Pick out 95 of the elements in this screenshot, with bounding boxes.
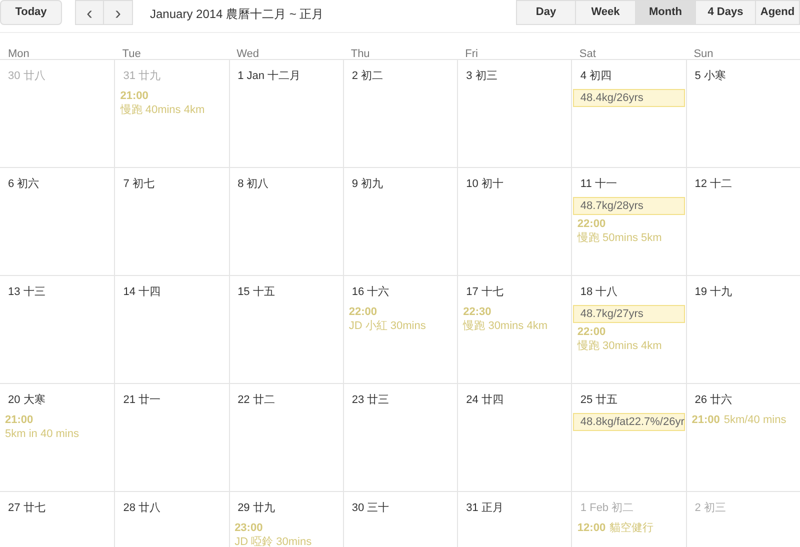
event-time: 21:00: [120, 89, 148, 103]
all-day-event[interactable]: 48.7kg/28yrs: [573, 197, 685, 215]
day-label: 20 大寒: [8, 394, 46, 406]
day-cell[interactable]: 16 十六 22:00 JD 小紅 30mins: [342, 276, 458, 383]
day-cell[interactable]: 29 廿九 23:00 JD 啞鈴 30mins: [228, 492, 343, 547]
day-cell[interactable]: 12 十二: [686, 168, 800, 275]
day-cell[interactable]: 15 十五: [228, 276, 343, 383]
previous-button[interactable]: ‹: [75, 0, 104, 25]
weekday-header: Wed: [236, 48, 259, 60]
day-cell[interactable]: 3 初三: [457, 60, 572, 167]
weekday-header: Sat: [579, 48, 596, 60]
day-cell[interactable]: 24 廿四: [457, 384, 572, 491]
event-time: 22:00: [577, 325, 606, 339]
day-cell[interactable]: 17 十七 22:30 慢跑 30mins 4km: [457, 276, 572, 383]
day-cell[interactable]: 14 十四: [114, 276, 229, 383]
day-label: 23 廿三: [352, 394, 390, 406]
event-time: 21:00: [692, 413, 720, 427]
day-label: 31 正月: [466, 502, 504, 514]
weekday-header: Mon: [8, 48, 30, 60]
next-button[interactable]: ›: [104, 0, 133, 25]
day-label: 12 十二: [694, 178, 732, 190]
day-label: 27 廿七: [8, 502, 46, 514]
day-cell[interactable]: 19 十九: [686, 276, 800, 383]
day-cell[interactable]: 9 初九: [342, 168, 458, 275]
day-label: 24 廿四: [466, 394, 504, 406]
day-cell[interactable]: 1 Jan 十二月: [228, 60, 343, 167]
all-day-event[interactable]: 48.8kg/fat22.7%/26yr: [573, 413, 685, 431]
today-button[interactable]: Today: [0, 0, 62, 25]
weekday-header: Sun: [694, 48, 714, 60]
day-label: 16 十六: [352, 286, 390, 298]
day-label: 29 廿九: [238, 502, 275, 514]
view-tab[interactable]: Week: [576, 0, 636, 25]
day-label: 4 初四: [580, 70, 612, 82]
event-time: 12:00: [577, 521, 606, 535]
day-cell[interactable]: 7 初七: [114, 168, 229, 275]
day-label: 13 十三: [8, 286, 46, 298]
day-label: 31 廿九: [123, 70, 161, 82]
day-cell[interactable]: 23 廿三: [342, 384, 458, 491]
all-day-event[interactable]: 48.7kg/27yrs: [573, 305, 685, 323]
weekday-header: Thu: [350, 48, 370, 60]
day-cell[interactable]: 20 大寒 21:00 5km in 40 mins: [0, 384, 114, 491]
view-tab[interactable]: Agend: [756, 0, 800, 25]
day-label: 14 十四: [123, 286, 161, 298]
view-tab[interactable]: Day: [516, 0, 576, 25]
day-label: 15 十五: [238, 286, 275, 298]
day-cell[interactable]: 2 初二: [342, 60, 458, 167]
event-time: 22:30: [463, 305, 492, 319]
day-label: 3 初三: [466, 70, 498, 82]
day-cell[interactable]: 18 十八 48.7kg/27yrs 22:00 慢跑 30mins 4km: [571, 276, 686, 383]
day-cell[interactable]: 30 三十: [342, 492, 458, 547]
day-label: 1 Feb 初二: [580, 502, 634, 514]
all-day-event[interactable]: 48.4kg/26yrs: [573, 89, 685, 107]
day-cell[interactable]: 5 小寒: [686, 60, 800, 167]
day-cell[interactable]: 27 廿七: [0, 492, 114, 547]
day-label: 21 廿一: [123, 394, 161, 406]
day-label: 28 廿八: [123, 502, 161, 514]
day-cell[interactable]: 26 廿六 21:00 5km/40 mins: [686, 384, 800, 491]
day-cell[interactable]: 21 廿一: [114, 384, 229, 491]
day-label: 2 初二: [352, 70, 384, 82]
day-label: 30 三十: [352, 502, 390, 514]
day-label: 1 Jan 十二月: [238, 70, 301, 82]
day-cell[interactable]: 6 初六: [0, 168, 114, 275]
event-time: 23:00: [234, 521, 263, 535]
day-label: 5 小寒: [694, 70, 726, 82]
event-time: 22:00: [348, 305, 377, 319]
day-label: 26 廿六: [694, 394, 732, 406]
day-cell[interactable]: 8 初八: [228, 168, 343, 275]
calendar-title: January 2014 農曆十二月 ~ 正月: [150, 6, 324, 23]
event-time: 21:00: [5, 413, 34, 427]
day-label: 9 初九: [352, 178, 384, 190]
day-cell[interactable]: 4 初四 48.4kg/26yrs: [571, 60, 686, 167]
day-cell[interactable]: 10 初十: [457, 168, 572, 275]
day-label: 7 初七: [123, 178, 154, 190]
view-tab[interactable]: Month: [636, 0, 696, 25]
day-label: 19 十九: [694, 286, 732, 298]
day-label: 22 廿二: [238, 394, 275, 406]
day-label: 11 十一: [580, 178, 617, 190]
weekday-header: Fri: [465, 48, 478, 60]
day-cell[interactable]: 22 廿二: [228, 384, 343, 491]
day-label: 18 十八: [580, 286, 618, 298]
day-label: 8 初八: [238, 178, 269, 190]
day-label: 25 廿五: [580, 394, 618, 406]
weekday-header: Tue: [122, 48, 141, 60]
day-label: 30 廿八: [8, 70, 46, 82]
day-cell[interactable]: 28 廿八: [114, 492, 229, 547]
day-cell[interactable]: 11 十一 48.7kg/28yrs 22:00 慢跑 50mins 5km: [571, 168, 686, 275]
day-cell[interactable]: 31 正月: [457, 492, 572, 547]
day-label: 10 初十: [466, 178, 504, 190]
event-time: 22:00: [577, 217, 606, 231]
day-label: 17 十七: [466, 286, 504, 298]
day-cell[interactable]: 13 十三: [0, 276, 114, 383]
day-cell[interactable]: 25 廿五 48.8kg/fat22.7%/26yr: [571, 384, 686, 491]
day-label: 6 初六: [8, 178, 40, 190]
day-label: 2 初三: [694, 502, 726, 514]
view-tab[interactable]: 4 Days: [696, 0, 756, 25]
